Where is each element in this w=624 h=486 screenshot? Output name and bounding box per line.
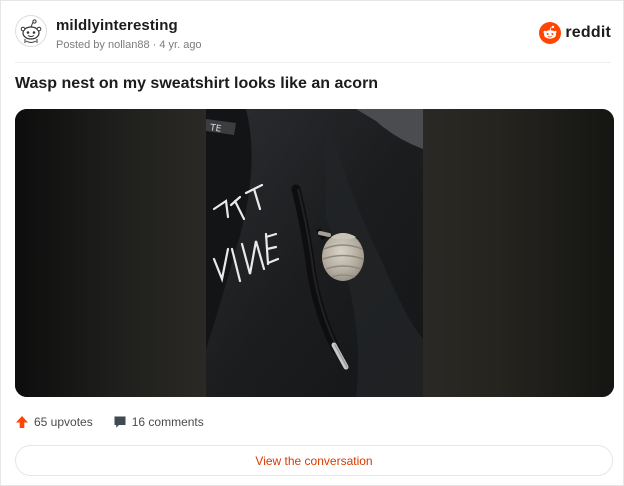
reddit-wordmark: reddit xyxy=(565,24,611,41)
reddit-logo-icon xyxy=(539,22,562,44)
subreddit-name[interactable]: mildlyinteresting xyxy=(56,17,178,34)
post-header: mildlyinteresting Posted by nollan88 · 4… xyxy=(15,11,611,51)
post-age: 4 yr. ago xyxy=(159,39,202,51)
meta-separator: · xyxy=(149,39,160,51)
arrow-up-icon xyxy=(16,416,28,428)
comments-button[interactable]: 16 comments xyxy=(113,415,204,429)
svg-text:TE: TE xyxy=(208,123,222,135)
reddit-brand[interactable]: reddit xyxy=(539,21,611,45)
photo-image: TE xyxy=(206,109,423,397)
post-media[interactable]: TE xyxy=(15,109,614,397)
media-blur-right xyxy=(423,109,614,397)
media-blur-left xyxy=(15,109,206,397)
post-title[interactable]: Wasp nest on my sweatshirt looks like an… xyxy=(15,75,378,93)
upvote-button[interactable]: 65 upvotes xyxy=(15,415,93,429)
subreddit-avatar-icon[interactable] xyxy=(15,15,47,47)
post-meta: Posted by nollan88 · 4 yr. ago xyxy=(56,39,202,51)
upvote-count: 65 upvotes xyxy=(34,415,93,429)
comment-count: 16 comments xyxy=(131,415,204,429)
post-actions: 65 upvotes 16 comments xyxy=(15,411,224,433)
view-conversation-button[interactable]: View the conversation xyxy=(15,445,613,476)
header-divider xyxy=(15,62,611,63)
comment-bubble-icon xyxy=(114,416,126,428)
posted-by[interactable]: Posted by nollan88 xyxy=(56,39,150,51)
post-card: mildlyinteresting Posted by nollan88 · 4… xyxy=(0,0,624,486)
